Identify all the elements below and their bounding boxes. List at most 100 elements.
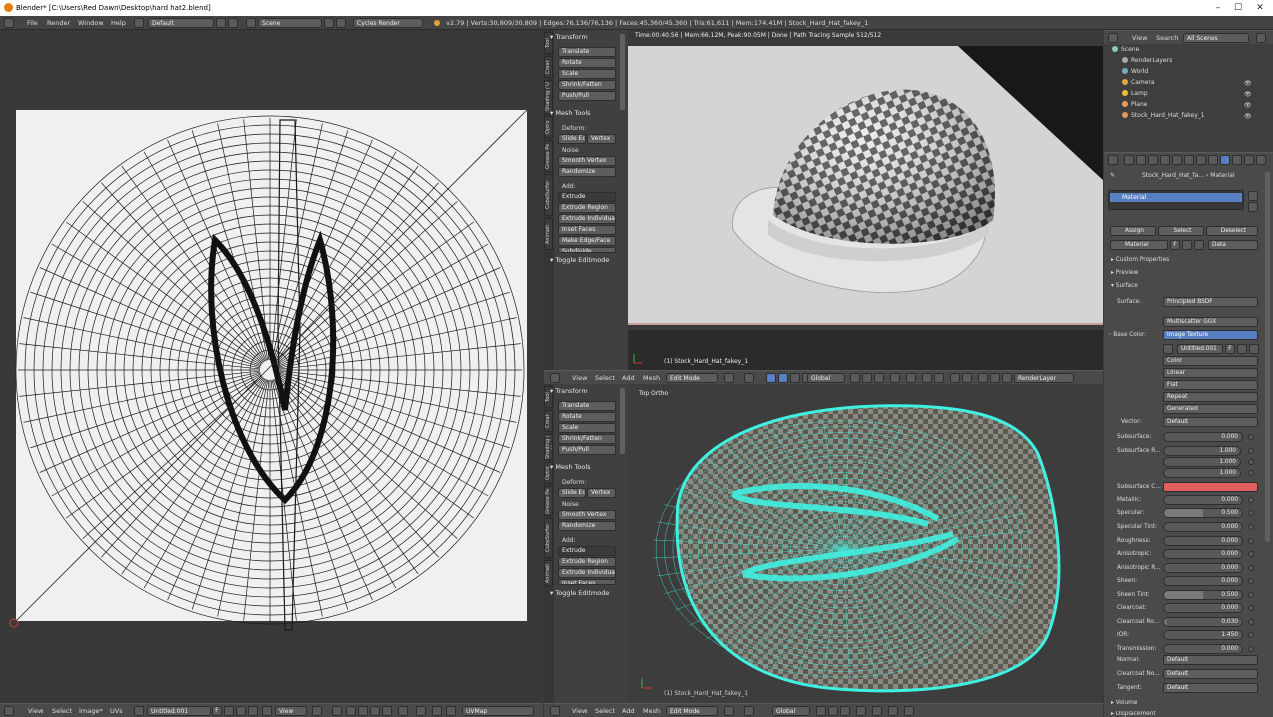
vertex-select-mode-icon-2[interactable] — [816, 706, 826, 716]
viewport-shading-icon-2[interactable] — [724, 706, 734, 716]
uv-edge-select-icon[interactable] — [358, 706, 368, 716]
face-select-mode-icon[interactable] — [874, 373, 884, 383]
scale-button[interactable]: Scale — [558, 69, 616, 79]
uv-menu-image[interactable]: Image* — [79, 707, 103, 715]
manipulator-icon[interactable] — [766, 373, 776, 383]
add-scene-icon[interactable] — [324, 18, 334, 28]
slide-edge-button[interactable]: Slide Ed — [558, 134, 586, 144]
render-engine-select[interactable]: Cycles Render — [353, 18, 423, 28]
uv-sticky-icon[interactable] — [398, 706, 408, 716]
constraints-tab-icon[interactable] — [1184, 155, 1194, 165]
surface-shader-select[interactable]: Principled BSDF — [1163, 297, 1258, 307]
extrude-dropdown[interactable]: Extrude — [558, 192, 616, 202]
pivot-point-icon[interactable] — [744, 373, 754, 383]
socket-link-icon[interactable] — [1248, 538, 1254, 544]
pivot-point-icon-2[interactable] — [744, 706, 754, 716]
remove-layout-icon[interactable] — [228, 18, 238, 28]
mode-select-2[interactable]: Edit Mode — [666, 706, 718, 716]
outliner-item-world[interactable]: World — [1122, 68, 1148, 75]
toolshelf-scrollbar-2[interactable] — [620, 388, 625, 454]
opengl-anim-icon[interactable] — [990, 373, 1000, 383]
scene-field[interactable]: Scene — [258, 18, 322, 28]
vector-select[interactable]: Default — [1163, 417, 1258, 427]
noise-label-2[interactable]: Noise — [562, 501, 579, 508]
object-tab-icon[interactable] — [1172, 155, 1182, 165]
render-layer-icon[interactable] — [1002, 373, 1012, 383]
outliner-item-plane[interactable]: Plane — [1122, 101, 1147, 108]
translate-manipulator-icon[interactable] — [778, 373, 788, 383]
rotate-manipulator-icon[interactable] — [790, 373, 800, 383]
subsurface-color-swatch[interactable] — [1163, 482, 1258, 492]
scene-tab-icon[interactable] — [1148, 155, 1158, 165]
image-name-field[interactable]: Untitled.001 — [1177, 344, 1223, 354]
interpolation-select[interactable]: Linear — [1163, 368, 1258, 378]
edge-select-mode-icon[interactable] — [862, 373, 872, 383]
render-layer-select[interactable]: RenderLayer — [1014, 373, 1074, 383]
socket-link-icon[interactable] — [1248, 565, 1254, 571]
material-add-icon[interactable] — [1182, 240, 1192, 250]
socket-link-icon[interactable] — [1248, 459, 1254, 465]
volume-panel[interactable]: ▸ Volume — [1111, 700, 1137, 706]
base-color-link[interactable]: Image Texture — [1163, 330, 1258, 340]
shrink-fatten-button-2[interactable]: Shrink/Fatten — [558, 434, 616, 444]
view3d-editor-type-icon-2[interactable] — [550, 706, 560, 716]
uv-map-select[interactable]: UVMap — [462, 706, 534, 716]
snap-element-icon[interactable] — [934, 373, 944, 383]
deselect-button[interactable]: Deselect — [1206, 226, 1258, 236]
outliner-filter-select[interactable]: All Scenes — [1183, 33, 1249, 43]
material-name-field[interactable]: Material — [1110, 240, 1168, 250]
tab-grease-pencil-2[interactable]: Grease Pe — [544, 486, 553, 516]
maximize-button[interactable]: ☐ — [1228, 2, 1248, 14]
vertex-select-mode-icon[interactable] — [850, 373, 860, 383]
socket-link-icon[interactable] — [1248, 592, 1254, 598]
socket-link-icon[interactable] — [1248, 497, 1254, 503]
material-unlink-icon[interactable] — [1194, 240, 1204, 250]
rotate-button[interactable]: Rotate — [558, 58, 616, 68]
view3d-menu-add[interactable]: Add — [622, 374, 635, 382]
slide-vertex-button[interactable]: Vertex — [587, 134, 616, 144]
input-value-slider[interactable]: 0.000 — [1163, 549, 1243, 559]
uv-editor-type-icon[interactable] — [4, 706, 14, 716]
surface-panel[interactable]: ▾ Surface — [1111, 283, 1138, 289]
socket-link-icon[interactable] — [1248, 434, 1254, 440]
slide-vertex-button-2[interactable]: Vertex — [587, 488, 616, 498]
limit-selection-icon-2[interactable] — [856, 706, 866, 716]
uv-snap-target-icon[interactable] — [446, 706, 456, 716]
input-value-slider[interactable]: 1.000 — [1163, 468, 1241, 478]
rotate-button-2[interactable]: Rotate — [558, 412, 616, 422]
extension-select[interactable]: Repeat — [1163, 392, 1258, 402]
outliner-item-scene[interactable]: Scene — [1112, 46, 1139, 53]
tab-grease-pencil[interactable]: Grease Pe — [544, 140, 553, 172]
edge-select-mode-icon-2[interactable] — [828, 706, 838, 716]
inset-faces-button[interactable]: Inset Faces — [558, 225, 616, 235]
ortho-viewport[interactable]: Top Ortho (1) Stock_Hard_Hat_fakey_1 — [628, 384, 1103, 703]
view3d-menu-view-2[interactable]: View — [572, 707, 587, 715]
outliner-item-renderlayers[interactable]: RenderLayers — [1122, 57, 1172, 64]
close-button[interactable]: ✕ — [1250, 2, 1270, 14]
scale-button-2[interactable]: Scale — [558, 423, 616, 433]
assign-button[interactable]: Assign — [1110, 226, 1156, 236]
tab-create-2[interactable]: Creat — [544, 410, 553, 432]
transform-panel-header-2[interactable]: ▾ Transform — [550, 387, 588, 395]
push-pull-button[interactable]: Push/Pull — [558, 91, 616, 101]
remove-slot-icon[interactable] — [1248, 202, 1258, 212]
snap-icon[interactable] — [922, 373, 932, 383]
mesh-tools-panel-header[interactable]: ▾ Mesh Tools — [550, 109, 591, 117]
uv-sync-icon[interactable] — [332, 706, 342, 716]
uv-island-select-icon[interactable] — [382, 706, 392, 716]
render-tab-icon[interactable] — [1124, 155, 1134, 165]
uv-face-select-icon[interactable] — [370, 706, 380, 716]
push-pull-button-2[interactable]: Push/Pull — [558, 445, 616, 455]
input-value-slider[interactable]: 0.000 — [1163, 644, 1243, 654]
uv-menu-view[interactable]: View — [28, 707, 43, 715]
menu-window[interactable]: Window — [78, 19, 104, 27]
material-slot-item[interactable]: Material — [1110, 193, 1242, 202]
material-slot-list[interactable]: Material — [1108, 190, 1244, 210]
view3d-menu-select[interactable]: Select — [595, 374, 615, 382]
input-value-slider[interactable]: 0.000 — [1163, 536, 1243, 546]
render-layers-tab-icon[interactable] — [1136, 155, 1146, 165]
uv-vertex-select-icon[interactable] — [346, 706, 356, 716]
outliner-item-lamp[interactable]: Lamp — [1122, 90, 1148, 97]
texcoord-select[interactable]: Generated — [1163, 404, 1258, 414]
socket-link-icon[interactable] — [1248, 605, 1254, 611]
